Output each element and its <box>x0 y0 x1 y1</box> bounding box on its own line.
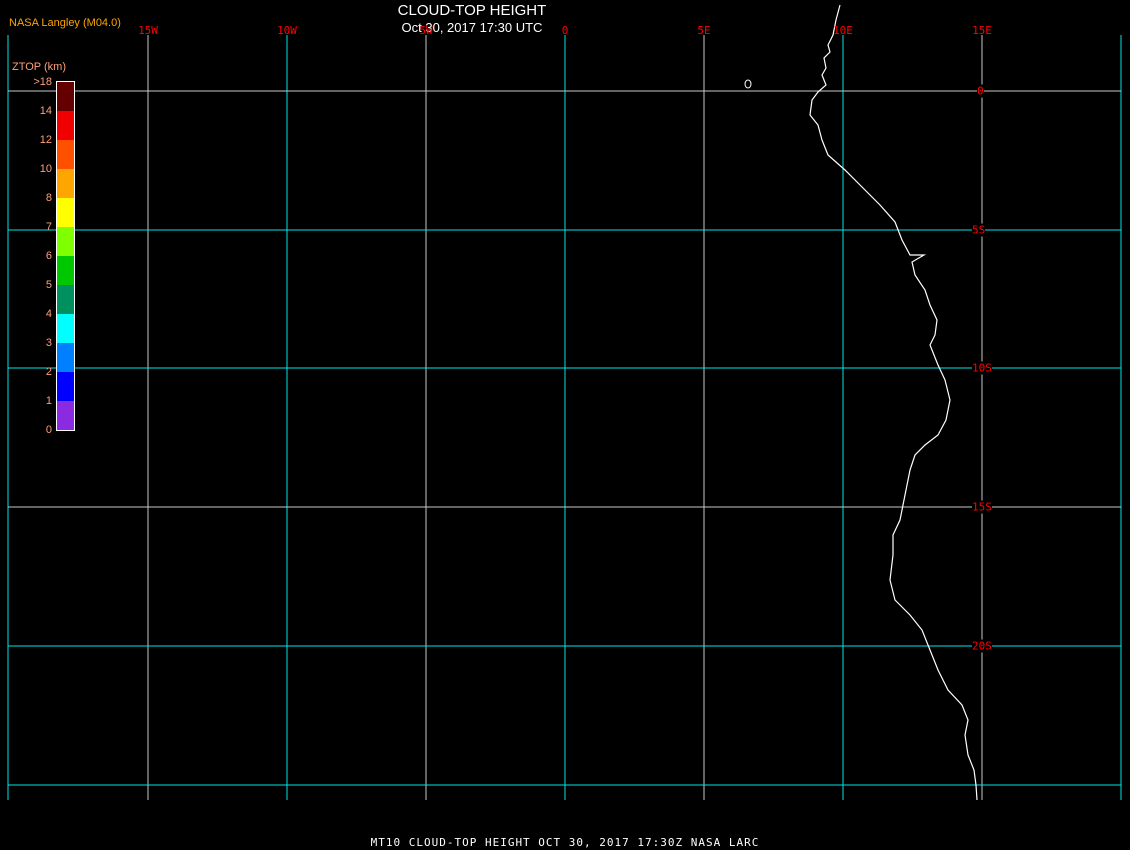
longitude-label: 5W <box>419 24 433 37</box>
legend-label: 8 <box>45 192 52 204</box>
island <box>744 79 752 89</box>
color-bar <box>56 81 75 431</box>
color-swatch <box>57 256 74 285</box>
color-swatch <box>57 169 74 198</box>
longitude-label: 15W <box>138 24 158 37</box>
color-swatch <box>57 372 74 401</box>
legend-label: 1 <box>45 395 52 407</box>
longitude-label: 5E <box>697 24 711 37</box>
color-swatch <box>57 314 74 343</box>
longitude-label: 10E <box>833 24 853 37</box>
latitude-label: 10S <box>972 361 992 375</box>
latitude-label: 0 <box>977 84 984 98</box>
latitude-label: 15S <box>972 500 992 514</box>
legend-label: >18 <box>33 76 52 88</box>
map-grid <box>7 4 1122 801</box>
legend-label: 0 <box>45 424 52 436</box>
latitude-label: 5S <box>972 223 986 237</box>
color-swatch <box>57 343 74 372</box>
legend-label: 3 <box>45 337 52 349</box>
legend-label: 10 <box>39 163 52 175</box>
page-title: CLOUD-TOP HEIGHT <box>397 2 547 19</box>
coastline <box>809 4 978 801</box>
color-swatch <box>57 111 74 140</box>
color-swatch <box>57 198 74 227</box>
legend-label: 5 <box>45 279 52 291</box>
footer-caption: MT10 CLOUD-TOP HEIGHT OCT 30, 2017 17:30… <box>370 836 760 849</box>
color-swatch <box>57 227 74 256</box>
legend-label: 12 <box>39 134 52 146</box>
legend-label: 14 <box>39 105 52 117</box>
longitude-label: 10W <box>277 24 297 37</box>
color-swatch <box>57 401 74 430</box>
legend-label: 6 <box>45 250 52 262</box>
legend-label: 4 <box>45 308 52 320</box>
legend-title: ZTOP (km) <box>12 61 66 73</box>
color-swatch <box>57 82 74 111</box>
latitude-label: 20S <box>972 639 992 653</box>
legend-label: 7 <box>45 221 52 233</box>
longitude-label: 0 <box>561 24 569 37</box>
legend-label: 2 <box>45 366 52 378</box>
color-swatch <box>57 285 74 314</box>
credit-label: NASA Langley (M04.0) <box>9 17 121 29</box>
color-swatch <box>57 140 74 169</box>
longitude-label: 15E <box>972 24 992 37</box>
